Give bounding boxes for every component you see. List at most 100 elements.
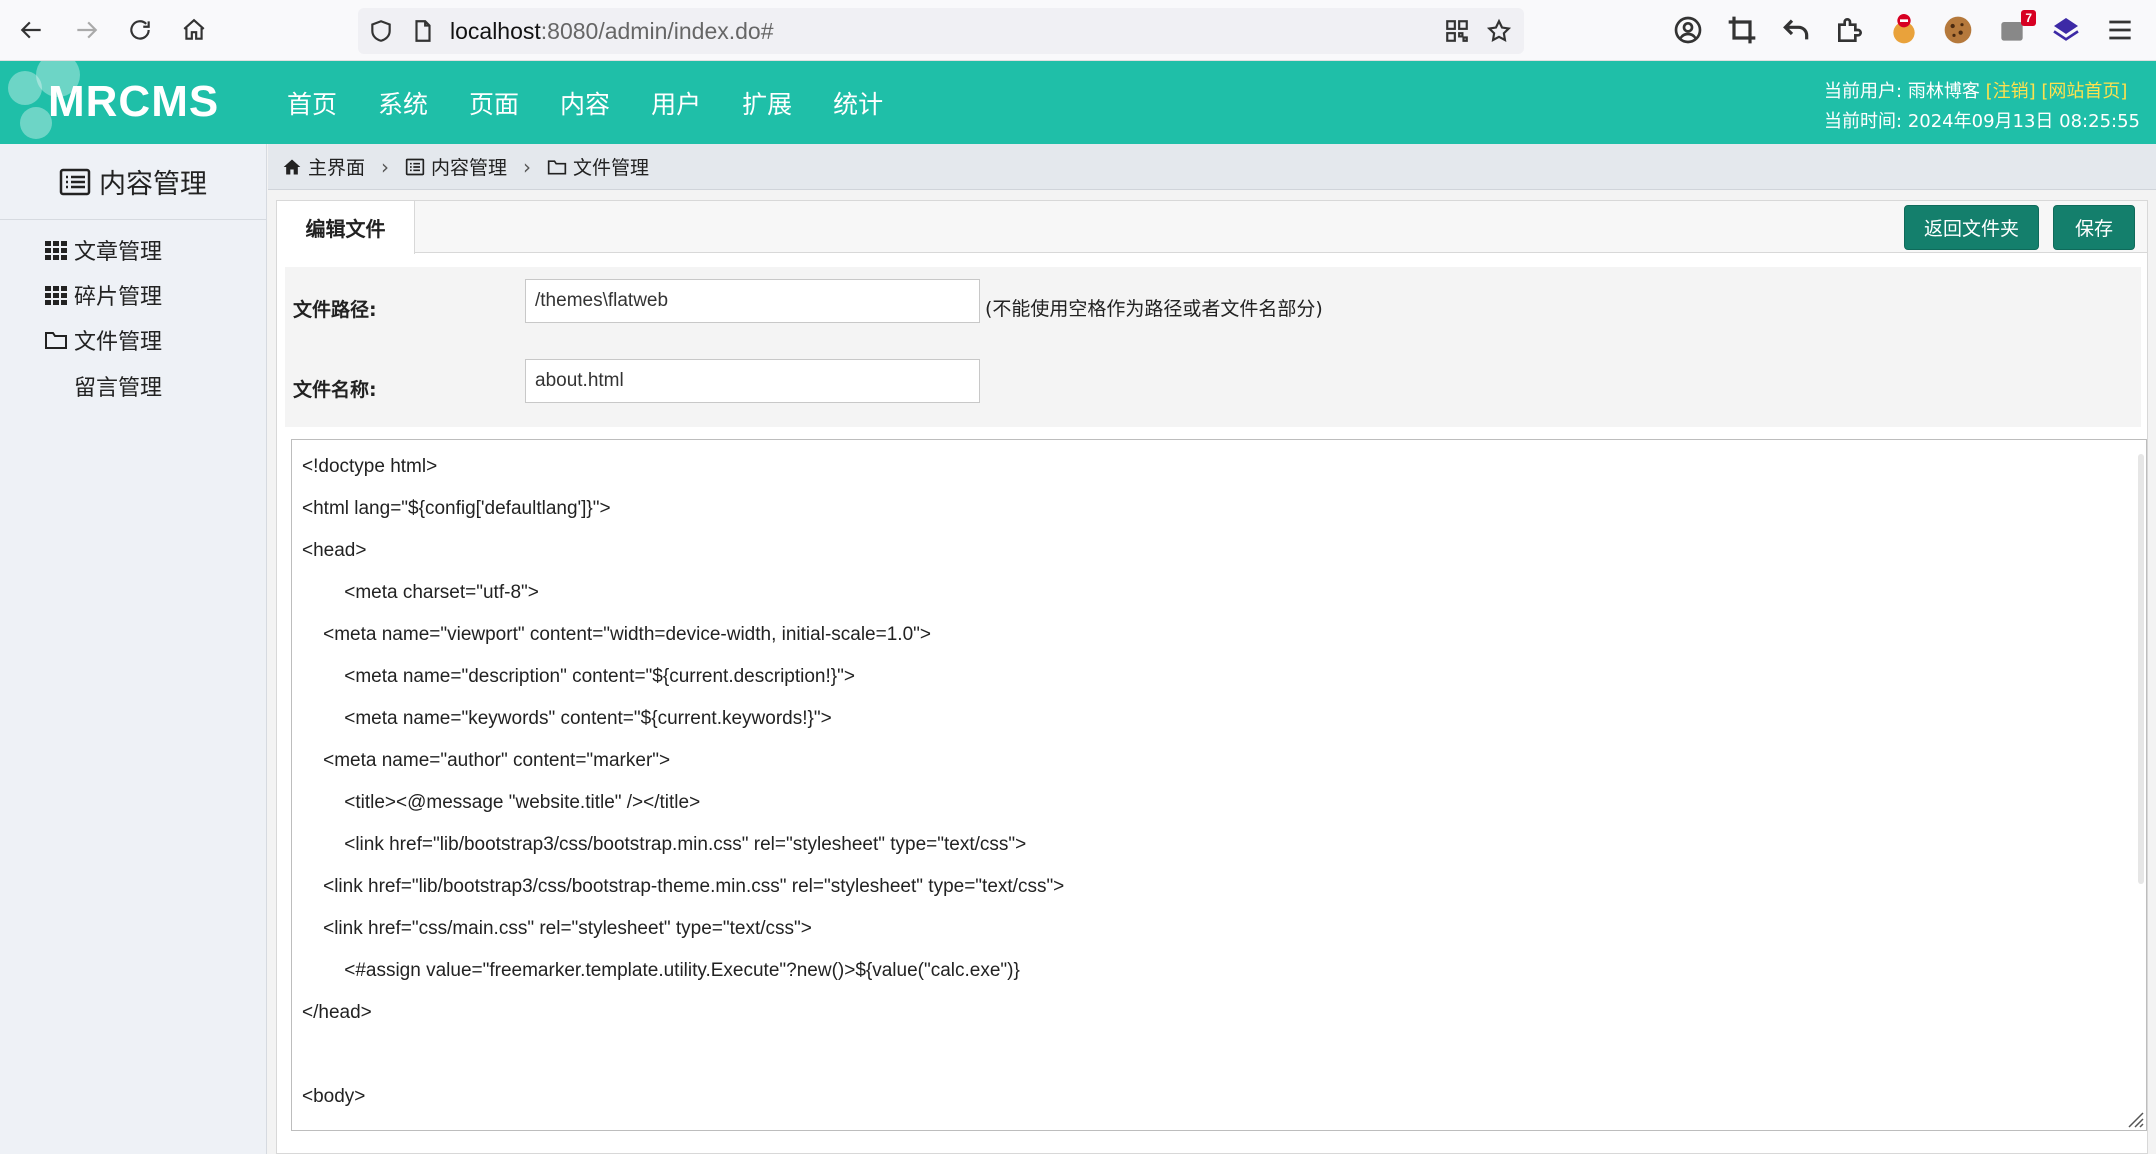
url-path: :8080/admin/index.do#: [540, 18, 774, 44]
sidebar-item-fragments[interactable]: 碎片管理: [44, 279, 162, 311]
menu-icon[interactable]: [2104, 14, 2136, 46]
main-nav: 首页 系统 页面 内容 用户 扩展 统计: [287, 61, 883, 144]
code-line: <link href="lib/bootstrap3/css/bootstrap…: [302, 834, 1027, 855]
url-text[interactable]: localhost:8080/admin/index.do#: [450, 18, 774, 45]
account-icon[interactable]: [1672, 14, 1704, 46]
home-icon: [183, 18, 205, 40]
browser-toolbar: localhost:8080/admin/index.do# 7: [0, 0, 2156, 61]
app-header: MRCMS 首页 系统 页面 内容 用户 扩展 统计 当前用户: 雨林博客 [注…: [0, 61, 2156, 144]
forward-button[interactable]: [66, 10, 106, 50]
folder-icon: [547, 159, 567, 174]
puzzle-icon[interactable]: [1834, 14, 1866, 46]
nav-item-home[interactable]: 首页: [287, 85, 337, 121]
breadcrumb-item-files[interactable]: 文件管理: [547, 153, 649, 180]
home-button[interactable]: [174, 10, 214, 50]
breadcrumb-label: 内容管理: [431, 157, 508, 179]
list-icon: [59, 168, 91, 195]
user-info: 当前用户: 雨林博客 [注销] [网站首页] 当前时间: 2024年09月13日…: [1824, 77, 2140, 137]
breadcrumb-label: 主界面: [308, 157, 366, 179]
logo[interactable]: MRCMS: [0, 61, 240, 144]
grid-icon: [45, 286, 67, 305]
list-icon: [405, 158, 425, 175]
breadcrumb: 主界面 › 内容管理 › 文件管理: [268, 144, 2156, 190]
home-icon: [283, 159, 301, 174]
resize-grip-icon[interactable]: [2124, 1108, 2144, 1128]
code-line: <link href="css/main.css" rel="styleshee…: [302, 918, 812, 939]
sidebar-item-label: 文件管理: [74, 330, 163, 355]
extension-fox-icon[interactable]: [1888, 14, 1920, 46]
breadcrumb-label: 文件管理: [573, 157, 650, 179]
sidebar-item-articles[interactable]: 文章管理: [44, 234, 162, 266]
code-line: <html lang="${config['defaultlang']}">: [302, 498, 611, 519]
back-to-folder-button[interactable]: 返回文件夹: [1904, 205, 2039, 250]
sidebar-title-text: 内容管理: [99, 169, 207, 200]
logout-link[interactable]: [注销]: [1986, 81, 2036, 102]
editor-scrollbar[interactable]: [2138, 454, 2144, 884]
code-line: </head>: [302, 1002, 372, 1023]
code-line: <!doctype html>: [302, 456, 438, 477]
sidebar-item-label: 碎片管理: [74, 285, 163, 310]
arrow-left-icon: [20, 21, 41, 39]
sidebar: 内容管理 文章管理 碎片管理 文件管理 留言管理: [0, 144, 267, 1154]
edit-file-panel: 编辑文件 返回文件夹 保存 文件路径: (不能使用空格作为路径或者文件名部分) …: [276, 200, 2148, 1154]
nav-item-system[interactable]: 系统: [378, 85, 428, 121]
code-line: <title><@message "website.title" /></tit…: [302, 792, 701, 813]
nav-item-content[interactable]: 内容: [560, 85, 610, 121]
reload-button[interactable]: [120, 10, 160, 50]
url-host: localhost: [450, 18, 541, 44]
code-line: <meta name="viewport" content="width=dev…: [302, 624, 931, 645]
code-line: <meta name="author" content="marker">: [302, 750, 671, 771]
site-home-link[interactable]: [网站首页]: [2041, 81, 2127, 102]
panel-header: 编辑文件 返回文件夹 保存: [277, 201, 2147, 254]
layers-icon[interactable]: [2050, 14, 2082, 46]
code-line: <body>: [302, 1086, 366, 1107]
chevron-right-icon: ›: [523, 154, 532, 179]
sidebar-item-label: 留言管理: [74, 376, 163, 401]
arrow-right-icon: [77, 21, 98, 39]
nav-item-statistics[interactable]: 统计: [833, 85, 883, 121]
chevron-right-icon: ›: [381, 154, 390, 179]
sidebar-title: 内容管理: [0, 144, 266, 220]
code-line: <meta charset="utf-8">: [302, 582, 539, 603]
extension-badge-icon[interactable]: 7: [1996, 10, 2036, 46]
logo-text: MRCMS: [48, 77, 220, 126]
nav-item-extensions[interactable]: 扩展: [742, 85, 792, 121]
file-path-hint: (不能使用空格作为路径或者文件名部分): [985, 298, 1323, 320]
code-line: <meta name="keywords" content="${current…: [302, 708, 832, 729]
nav-item-pages[interactable]: 页面: [469, 85, 519, 121]
sidebar-item-label: 文章管理: [74, 240, 163, 265]
file-name-label: 文件名称:: [293, 379, 377, 401]
url-bar[interactable]: localhost:8080/admin/index.do#: [358, 8, 1524, 54]
grid-icon: [45, 241, 67, 260]
code-line: <#assign value="freemarker.template.util…: [302, 960, 1020, 981]
code-line: <link href="lib/bootstrap3/css/bootstrap…: [302, 876, 1065, 897]
code-editor[interactable]: <!doctype html> <html lang="${config['de…: [291, 439, 2147, 1131]
file-path-input[interactable]: [525, 279, 980, 323]
tab-edit-file[interactable]: 编辑文件: [277, 201, 415, 254]
breadcrumb-item-home[interactable]: 主界面: [282, 153, 365, 180]
code-line: <meta name="description" content="${curr…: [302, 666, 855, 687]
file-path-label: 文件路径:: [293, 299, 377, 321]
folder-icon: [45, 332, 67, 349]
file-path-row: 文件路径: (不能使用空格作为路径或者文件名部分): [285, 267, 2141, 347]
extension-badge-count: 7: [2021, 10, 2036, 26]
sidebar-item-files[interactable]: 文件管理: [44, 324, 162, 356]
reload-icon: [130, 20, 150, 40]
breadcrumb-item-content[interactable]: 内容管理: [405, 153, 507, 180]
undo-icon[interactable]: [1780, 14, 1812, 46]
shield-icon[interactable]: [368, 18, 394, 44]
sidebar-item-messages[interactable]: 留言管理: [74, 370, 162, 402]
file-name-row: 文件名称:: [285, 347, 2141, 427]
back-button[interactable]: [12, 10, 52, 50]
nav-item-users[interactable]: 用户: [651, 85, 701, 121]
page-icon[interactable]: [410, 18, 436, 44]
star-icon[interactable]: [1486, 18, 1512, 44]
save-button[interactable]: 保存: [2053, 205, 2135, 250]
code-line: <head>: [302, 540, 367, 561]
current-user-label: 当前用户: 雨林博客: [1824, 81, 1980, 102]
file-name-input[interactable]: [525, 359, 980, 403]
qr-code-icon[interactable]: [1444, 18, 1470, 44]
cookie-icon[interactable]: [1942, 14, 1974, 46]
crop-icon[interactable]: [1726, 14, 1758, 46]
current-time: 当前时间: 2024年09月13日 08:25:55: [1824, 111, 2140, 132]
